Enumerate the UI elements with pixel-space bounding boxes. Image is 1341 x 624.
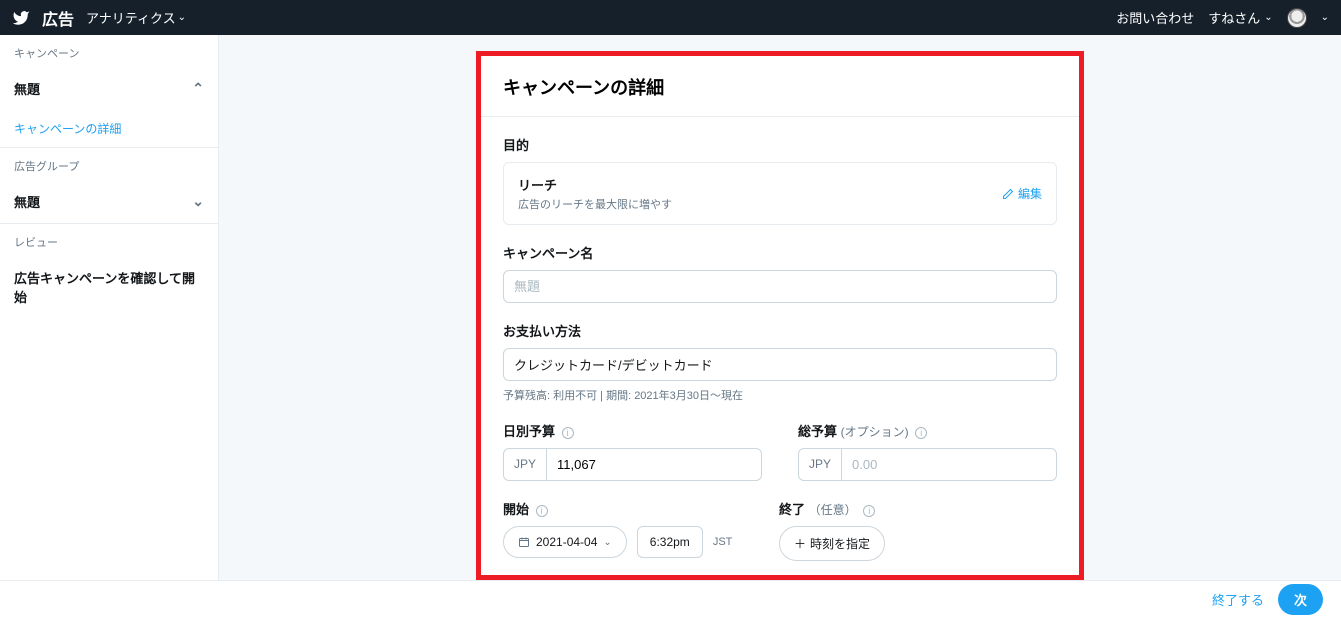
chevron-up-icon: ⌃ [192, 80, 204, 97]
start-label: 開始 i [503, 499, 743, 518]
end-label-text: 終了 [779, 502, 805, 517]
daily-budget-input[interactable] [546, 448, 762, 481]
budget-row: 日別予算 i JPY 総予算 (オプション) i [503, 421, 1057, 481]
campaign-name-input[interactable] [503, 270, 1057, 303]
end-label: 終了 （任意） i [779, 499, 885, 518]
start-label-text: 開始 [503, 502, 529, 517]
contact-link[interactable]: お問い合わせ [1116, 8, 1194, 27]
total-budget-label: 総予算 (オプション) i [798, 421, 1057, 440]
total-budget-input[interactable] [841, 448, 1057, 481]
campaign-name-label: キャンペーン名 [503, 243, 1057, 262]
sidebar-campaign-label: キャンペーン [0, 35, 218, 67]
total-budget-label-text: 総予算 [798, 424, 837, 439]
goal-desc: 広告のリーチを最大限に増やす [518, 196, 672, 212]
topnav-right: お問い合わせ すねさん ⌄ ⌄ [1116, 8, 1329, 28]
schedule-row: 開始 i 2021-04-04 ⌄ 6:32pm [503, 499, 1057, 561]
start-col: 開始 i 2021-04-04 ⌄ 6:32pm [503, 499, 743, 561]
chevron-down-icon: ⌄ [1264, 12, 1272, 23]
set-end-time-button[interactable]: ＋ 時刻を指定 [779, 526, 885, 561]
next-button[interactable]: 次 [1278, 584, 1323, 615]
end-optional: （任意） [809, 503, 857, 517]
sidebar: キャンペーン 無題 ⌃ キャンペーンの詳細 広告グループ 無題 ⌄ レビュー 広… [0, 35, 219, 580]
brand-title: 広告 [42, 6, 74, 30]
sidebar-item-label: 無題 [14, 192, 40, 211]
user-menu[interactable]: すねさん ⌄ [1208, 8, 1272, 27]
chevron-down-icon: ⌄ [603, 537, 611, 548]
daily-budget-label: 日別予算 i [503, 421, 762, 440]
start-date-row: 2021-04-04 ⌄ 6:32pm JST [503, 526, 743, 558]
edit-label: 編集 [1018, 185, 1042, 202]
topnav-left: 広告 アナリティクス ⌄ [12, 6, 186, 30]
sidebar-item-confirm-start[interactable]: 広告キャンペーンを確認して開始 [0, 256, 218, 318]
calendar-icon [518, 536, 530, 548]
currency-prefix: JPY [798, 448, 841, 481]
card-title: キャンペーンの詳細 [481, 56, 1079, 117]
sidebar-item-campaign-untitled[interactable]: 無題 ⌃ [0, 67, 218, 110]
sidebar-review-label: レビュー [0, 224, 218, 256]
total-budget-col: 総予算 (オプション) i JPY [798, 421, 1057, 481]
plus-icon: ＋ [794, 535, 806, 552]
total-budget-optional: (オプション) [841, 425, 909, 439]
end-col: 終了 （任意） i ＋ 時刻を指定 [779, 499, 885, 561]
set-time-label: 時刻を指定 [810, 535, 870, 552]
start-date-picker[interactable]: 2021-04-04 ⌄ [503, 526, 627, 558]
goal-label: 目的 [503, 135, 1057, 154]
info-icon[interactable]: i [863, 505, 875, 517]
card-body: 目的 リーチ 広告のリーチを最大限に増やす 編集 [481, 117, 1079, 624]
username-label: すねさん [1208, 8, 1260, 27]
info-icon[interactable]: i [536, 505, 548, 517]
daily-budget-wrap: JPY [503, 448, 762, 481]
daily-budget-label-text: 日別予算 [503, 424, 555, 439]
info-icon[interactable]: i [915, 427, 927, 439]
sidebar-adgroup-label: 広告グループ [0, 148, 218, 180]
exit-link[interactable]: 終了する [1212, 590, 1264, 609]
main-content: キャンペーンの詳細 目的 リーチ 広告のリーチを最大限に増やす [219, 35, 1341, 580]
sidebar-item-adgroup-untitled[interactable]: 無題 ⌄ [0, 180, 218, 223]
edit-goal-button[interactable]: 編集 [1002, 185, 1042, 202]
chevron-down-icon: ⌄ [178, 12, 186, 23]
avatar[interactable] [1287, 8, 1307, 28]
pencil-icon [1002, 188, 1014, 200]
twitter-logo-icon [12, 9, 30, 27]
chevron-down-icon: ⌄ [1321, 12, 1329, 23]
analytics-menu[interactable]: アナリティクス ⌄ [86, 8, 186, 27]
campaign-details-card: キャンペーンの詳細 目的 リーチ 広告のリーチを最大限に増やす [476, 51, 1084, 580]
sidebar-item-label: 無題 [14, 79, 40, 98]
top-nav: 広告 アナリティクス ⌄ お問い合わせ すねさん ⌄ ⌄ [0, 0, 1341, 35]
total-budget-wrap: JPY [798, 448, 1057, 481]
layout: キャンペーン 無題 ⌃ キャンペーンの詳細 広告グループ 無題 ⌄ レビュー 広… [0, 35, 1341, 580]
payment-select[interactable] [503, 348, 1057, 381]
goal-text: リーチ 広告のリーチを最大限に増やす [518, 175, 672, 212]
currency-prefix: JPY [503, 448, 546, 481]
goal-box: リーチ 広告のリーチを最大限に増やす 編集 [503, 162, 1057, 225]
footer-bar: 終了する 次 [0, 580, 1341, 618]
start-time-input[interactable]: 6:32pm [637, 526, 703, 558]
campaign-name-section: キャンペーン名 [503, 243, 1057, 303]
timezone-label: JST [713, 536, 733, 548]
info-icon[interactable]: i [562, 427, 574, 439]
payment-label: お支払い方法 [503, 321, 1057, 340]
analytics-label: アナリティクス [86, 8, 176, 27]
payment-hint: 予算残高: 利用不可 | 期間: 2021年3月30日～現在 [503, 387, 1057, 403]
start-date-value: 2021-04-04 [536, 535, 597, 549]
goal-section: 目的 リーチ 広告のリーチを最大限に増やす 編集 [503, 135, 1057, 225]
goal-name: リーチ [518, 175, 672, 194]
payment-section: お支払い方法 予算残高: 利用不可 | 期間: 2021年3月30日～現在 [503, 321, 1057, 403]
daily-budget-col: 日別予算 i JPY [503, 421, 762, 481]
chevron-down-icon: ⌄ [192, 193, 204, 210]
sidebar-item-campaign-details[interactable]: キャンペーンの詳細 [0, 110, 218, 147]
